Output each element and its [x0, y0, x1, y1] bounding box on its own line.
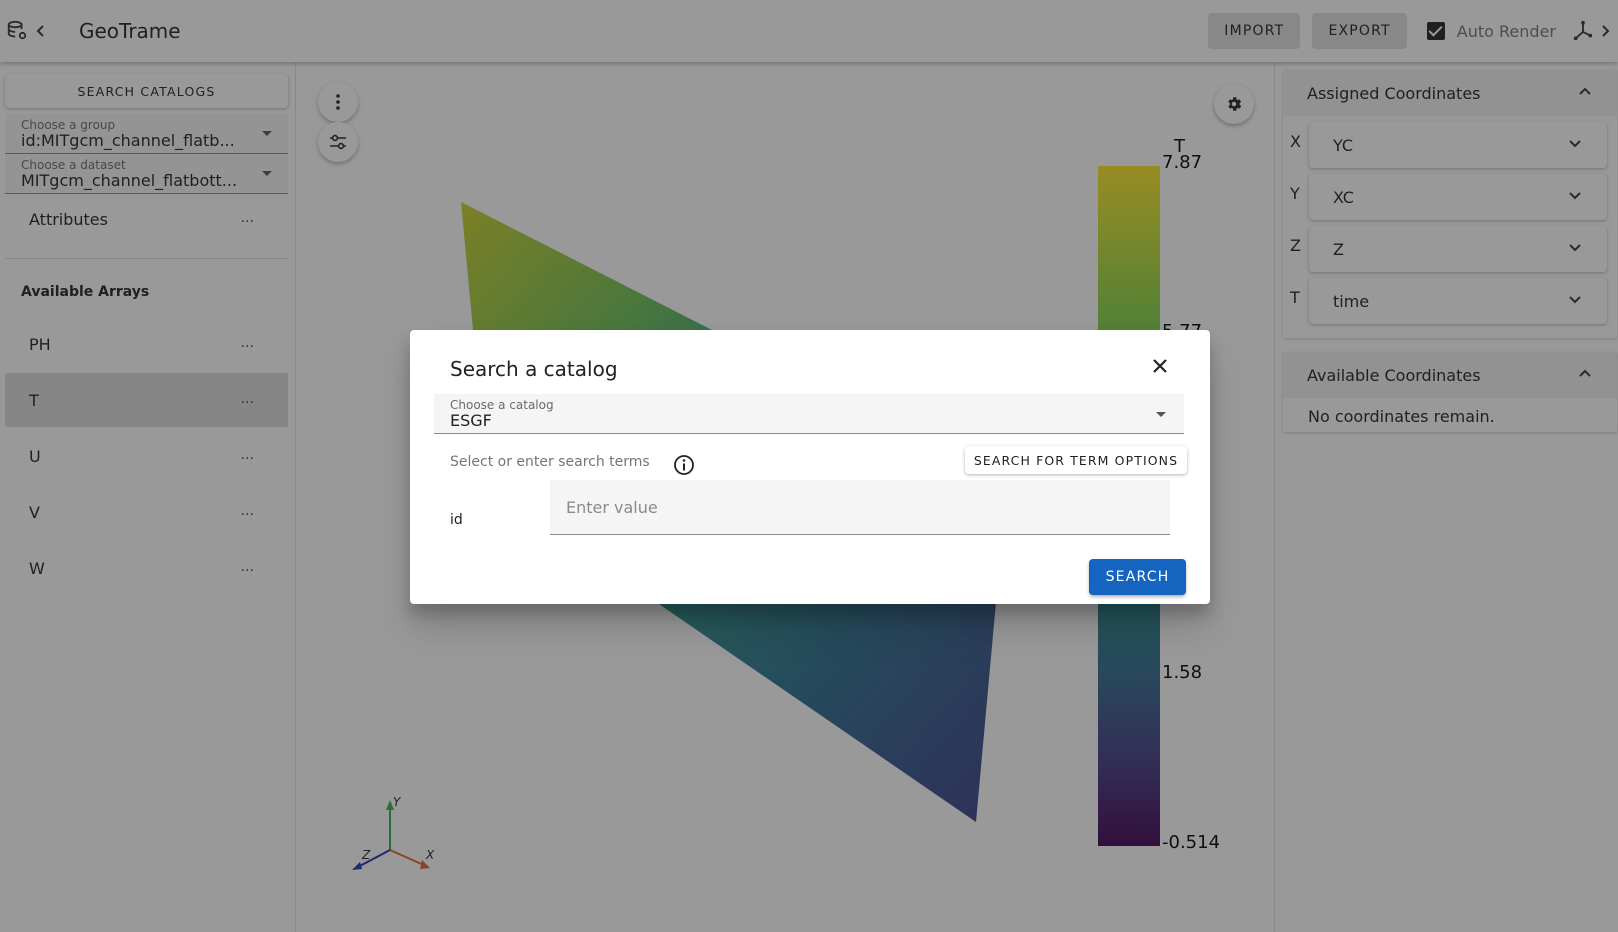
catalog-select[interactable]: Choose a catalog ESGF [434, 394, 1184, 434]
close-icon[interactable] [1152, 358, 1168, 374]
search-term-options-button[interactable]: SEARCH FOR TERM OPTIONS [965, 446, 1187, 474]
info-icon[interactable] [673, 454, 695, 476]
search-terms-label: Select or enter search terms [450, 454, 650, 470]
id-value-input[interactable] [550, 480, 1170, 535]
dialog-title: Search a catalog [450, 357, 618, 381]
catalog-select-value: ESGF [450, 411, 492, 430]
caret-down-icon [1156, 412, 1166, 417]
field-label-id: id [450, 512, 463, 528]
catalog-select-label: Choose a catalog [450, 398, 554, 412]
search-catalog-dialog: Search a catalog Choose a catalog ESGF S… [410, 330, 1210, 604]
search-button[interactable]: SEARCH [1089, 559, 1186, 595]
